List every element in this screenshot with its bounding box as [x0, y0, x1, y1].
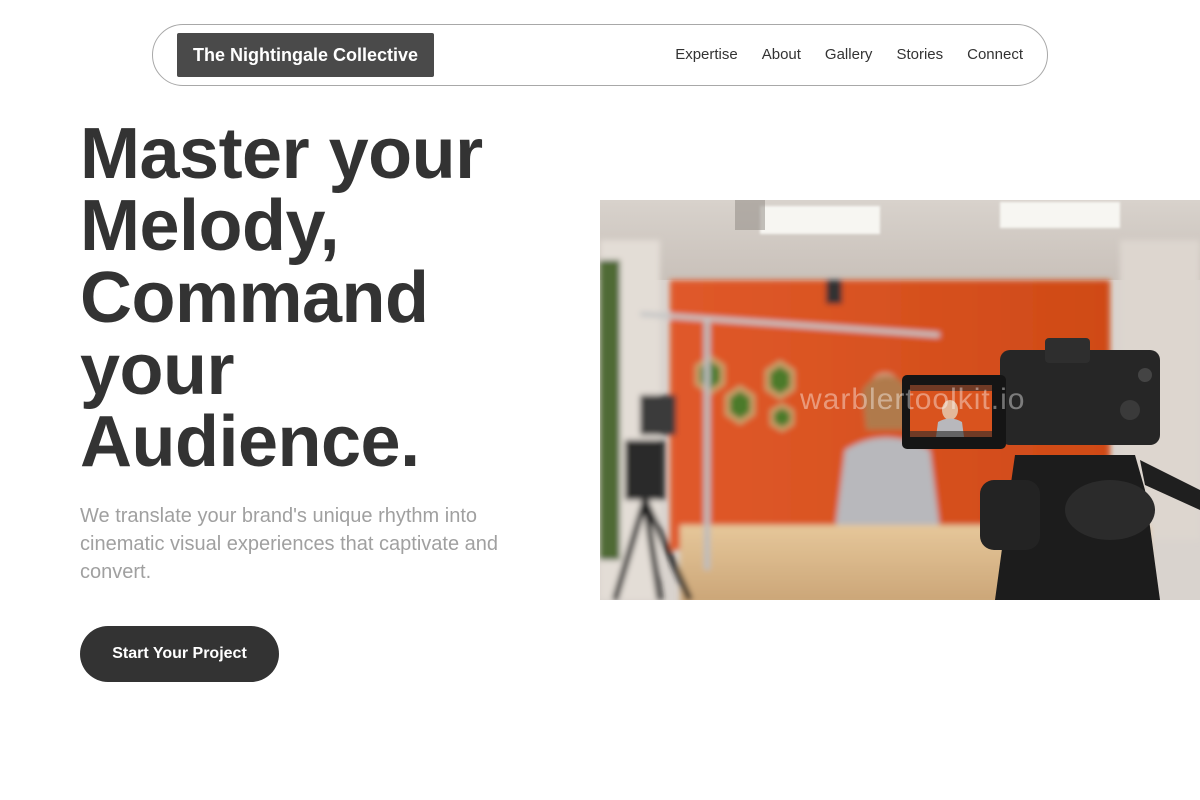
- nav-link-connect[interactable]: Connect: [967, 46, 1023, 63]
- nav-links: Expertise About Gallery Stories Connect: [675, 25, 1023, 85]
- hero-studio-image: warblertoolkit.io: [600, 200, 1200, 600]
- image-watermark: warblertoolkit.io: [800, 383, 1026, 416]
- start-project-button[interactable]: Start Your Project: [80, 626, 279, 682]
- hero-title-line: Melody,: [80, 186, 340, 266]
- brand-logo[interactable]: The Nightingale Collective: [177, 33, 435, 77]
- hero-title-line: Audience.: [80, 402, 420, 482]
- nav-link-stories[interactable]: Stories: [896, 46, 943, 63]
- nav-link-expertise[interactable]: Expertise: [675, 46, 738, 63]
- hero-title-line: Master your: [80, 114, 483, 194]
- hero-subtitle: We translate your brand's unique rhythm …: [80, 505, 499, 583]
- nav-link-about[interactable]: About: [762, 46, 801, 63]
- hero-title: Master your Melody, Command your Audienc…: [80, 118, 560, 478]
- hero-title-line: Command: [80, 258, 429, 338]
- hero-title-line: your: [80, 330, 235, 410]
- top-navbar: The Nightingale Collective Expertise Abo…: [152, 24, 1048, 86]
- nav-link-gallery[interactable]: Gallery: [825, 46, 873, 63]
